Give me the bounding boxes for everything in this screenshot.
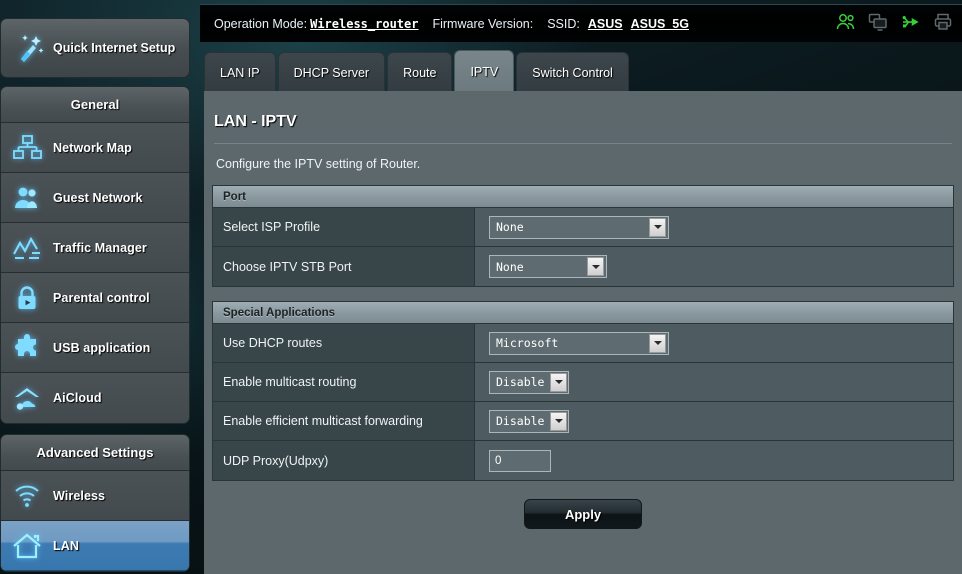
apply-button-container: Apply [204,499,962,529]
tab-bar: LAN IP DHCP Server Route IPTV Switch Con… [204,50,629,92]
row-choose-iptv-stb-port: Choose IPTV STB Port None [213,247,953,286]
firmware-version-label: Firmware Version: [432,16,534,31]
sidebar-item-network-map[interactable]: Network Map [1,123,189,173]
sidebar-item-aicloud[interactable]: AiCloud [1,373,189,423]
tab-dhcp-server[interactable]: DHCP Server [277,52,386,92]
section-port: Port Select ISP Profile None Choose IPTV… [212,185,954,287]
select-isp-profile-dropdown[interactable]: None [489,215,669,239]
enable-multicast-routing-value: Disable [496,375,545,389]
row-value: None [475,247,953,286]
network-map-icon [1,134,53,162]
enable-efficient-multicast-forwarding-value: Disable [496,414,545,428]
lock-icon [1,284,53,312]
page-title: LAN - IPTV [214,113,297,130]
aicloud-icon [1,384,53,412]
enable-multicast-routing-dropdown[interactable]: Disable [489,370,569,394]
printer-icon[interactable] [934,13,952,36]
tab-lan-ip[interactable]: LAN IP [204,52,276,92]
row-value: Disable [475,402,953,440]
router-admin-page: Quick Internet Setup General Network Map [0,0,962,574]
row-use-dhcp-routes: Use DHCP routes Microsoft [213,324,953,363]
use-dhcp-routes-value: Microsoft [496,336,559,350]
row-label: Enable multicast routing [213,363,475,401]
sidebar-item-label: Traffic Manager [53,240,147,255]
operation-mode-value[interactable]: Wireless_router [310,17,418,31]
choose-iptv-stb-port-dropdown[interactable]: None [489,255,607,278]
sidebar-item-label: Guest Network [53,190,143,205]
row-label: Choose IPTV STB Port [213,247,475,286]
choose-iptv-stb-port-value: None [496,259,524,274]
section-header: Special Applications [213,302,953,324]
page-description: Configure the IPTV setting of Router. [216,157,421,171]
ssid-value-24g[interactable]: ASUS [588,17,623,31]
ssid-value-5g[interactable]: ASUS_5G [631,17,689,31]
enable-efficient-multicast-forwarding-dropdown[interactable]: Disable [489,409,569,433]
puzzle-piece-icon [1,333,53,362]
chevron-down-icon[interactable] [649,217,666,237]
row-value: Disable [475,363,953,401]
magic-wand-icon [7,32,53,64]
sidebar-item-label: Parental control [53,290,150,305]
clients-icon[interactable] [836,13,856,36]
row-select-isp-profile: Select ISP Profile None [213,208,953,247]
apply-button[interactable]: Apply [524,499,642,529]
sidebar-item-wireless[interactable]: Wireless [1,471,189,521]
row-label: Select ISP Profile [213,208,475,246]
general-group-header: General [1,87,189,123]
general-menu-group: General Network Map Guest Network Traffi… [0,86,190,424]
sidebar-item-lan[interactable]: LAN [1,521,189,571]
chevron-down-icon[interactable] [550,372,568,392]
row-udp-proxy: UDP Proxy(Udpxy) [213,441,953,480]
sidebar-item-parental-control[interactable]: Parental control [1,273,189,323]
ssid-label: SSID: [547,16,580,31]
chevron-down-icon[interactable] [587,257,604,276]
row-enable-multicast-routing: Enable multicast routing Disable [213,363,953,402]
sidebar: Quick Internet Setup General Network Map [0,0,190,574]
section-special-applications: Special Applications Use DHCP routes Mic… [212,301,954,481]
quick-internet-setup-label: Quick Internet Setup [53,41,176,55]
section-header: Port [213,186,953,208]
usb-icon[interactable] [900,13,922,36]
sidebar-item-label: Wireless [53,488,106,503]
row-value: None [475,208,953,246]
chevron-down-icon[interactable] [550,411,568,431]
operation-mode-label: Operation Mode: [214,16,308,31]
tab-iptv[interactable]: IPTV [454,50,515,92]
advanced-group-header: Advanced Settings [1,435,189,471]
sidebar-item-label: USB application [53,340,151,355]
tab-route[interactable]: Route [387,52,453,92]
row-label: Use DHCP routes [213,324,475,362]
chevron-down-icon[interactable] [649,333,666,353]
sidebar-item-traffic-manager[interactable]: Traffic Manager [1,223,189,273]
sidebar-item-usb-application[interactable]: USB application [1,323,189,373]
status-bar: Operation Mode: Wireless_router Firmware… [200,4,962,42]
row-label: UDP Proxy(Udpxy) [213,441,475,480]
sidebar-item-guest-network[interactable]: Guest Network [1,173,189,223]
traffic-manager-icon [1,234,53,262]
monitors-icon[interactable] [868,13,888,36]
title-divider [214,143,952,144]
use-dhcp-routes-dropdown[interactable]: Microsoft [489,331,669,355]
status-icon-group [836,13,952,36]
wifi-icon [1,483,53,509]
row-value: Microsoft [475,324,953,362]
row-label: Enable efficient multicast forwarding [213,402,475,440]
quick-internet-setup-button[interactable]: Quick Internet Setup [0,18,190,78]
select-isp-profile-value: None [496,220,524,234]
sidebar-item-label: LAN [53,538,79,553]
row-value [475,441,953,480]
advanced-menu-group: Advanced Settings Wireless LAN [0,434,190,572]
sidebar-item-label: Network Map [53,140,132,155]
row-enable-efficient-multicast-forwarding: Enable efficient multicast forwarding Di… [213,402,953,441]
guest-network-icon [1,184,53,212]
sidebar-item-label: AiCloud [53,391,102,405]
main-content-panel: LAN - IPTV Configure the IPTV setting of… [204,91,962,574]
udp-proxy-input[interactable] [489,449,551,472]
tab-switch-control[interactable]: Switch Control [516,52,629,92]
home-icon [1,532,53,560]
